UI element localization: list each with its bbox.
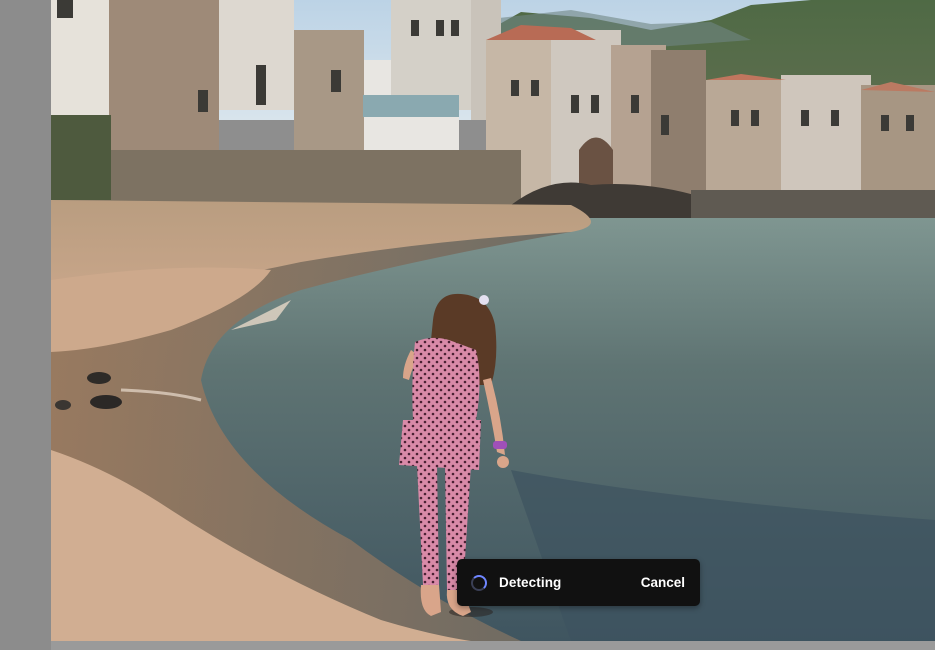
toast-status-label: Detecting (499, 575, 562, 590)
detecting-toast: Detecting Cancel (457, 559, 700, 606)
beach-photo (51, 0, 935, 641)
loading-spinner-icon (471, 574, 487, 591)
cancel-button[interactable]: Cancel (641, 575, 685, 590)
photo-canvas[interactable]: Detecting Cancel (51, 0, 935, 641)
left-panel-edge (0, 0, 51, 650)
bottom-panel-edge (51, 641, 935, 650)
